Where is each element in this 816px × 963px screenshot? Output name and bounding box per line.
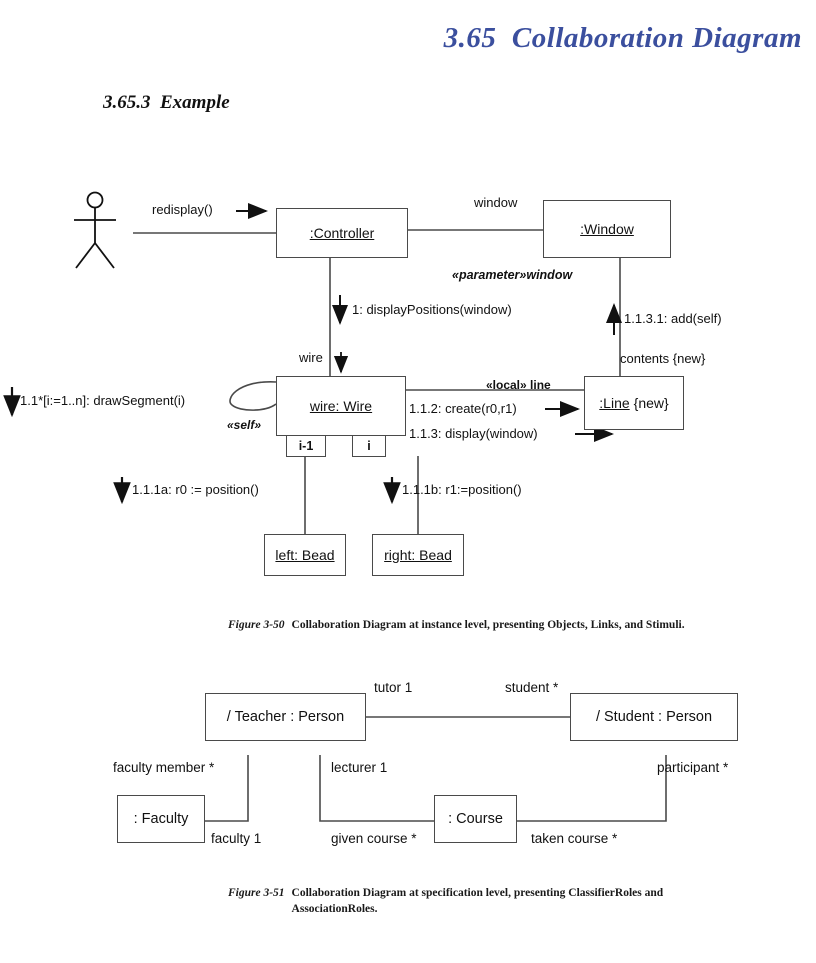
link-slot-i-minus-1-label: i-1	[298, 439, 314, 453]
classifier-role-teacher[interactable]: / Teacher : Person	[205, 693, 366, 741]
collaboration-diagram-instance-level: :Controller :Window wire: Wire :Line {ne…	[0, 0, 816, 610]
classifier-role-course[interactable]: : Course	[434, 795, 517, 843]
message-display-window: 1.1.3: display(window)	[409, 426, 538, 441]
figure-caption-3-51: Figure 3-51 Collaboration Diagram at spec…	[228, 886, 748, 917]
link-slot-i-minus-1[interactable]: i-1	[286, 436, 326, 457]
link-label-contents-new: contents {new}	[620, 351, 706, 366]
self-link-loop	[229, 381, 277, 411]
classifier-role-teacher-label: / Teacher : Person	[226, 709, 345, 725]
object-line-label: :Line	[599, 395, 630, 411]
object-controller[interactable]: :Controller	[276, 208, 408, 258]
figure-caption-3-50: Figure 3-50 Collaboration Diagram at inst…	[228, 618, 816, 634]
association-role-faculty-member: faculty member *	[113, 760, 215, 775]
message-display-positions: 1: displayPositions(window)	[352, 302, 512, 317]
figure-caption-3-51-label: Figure 3-51	[228, 887, 285, 899]
association-role-given-course: given course *	[331, 831, 417, 846]
figure-caption-3-50-text: Collaboration Diagram at instance level,…	[291, 619, 685, 631]
actor-stick-figure	[74, 191, 116, 269]
association-role-participant: participant *	[657, 760, 729, 775]
message-position-r0: 1.1.1a: r0 := position()	[132, 482, 259, 497]
object-window-label: :Window	[580, 221, 634, 237]
link-slot-i[interactable]: i	[352, 436, 386, 457]
link-label-wire: wire	[299, 350, 323, 365]
object-right-bead[interactable]: right: Bead	[372, 534, 464, 576]
message-redisplay: redisplay()	[152, 202, 213, 217]
figure-caption-3-51-text: Collaboration Diagram at specification l…	[291, 887, 664, 915]
association-role-faculty-1: faculty 1	[211, 831, 262, 846]
classifier-role-student[interactable]: / Student : Person	[570, 693, 738, 741]
link-label-local-line: «local» line	[486, 378, 551, 392]
message-position-r1: 1.1.1b: r1:=position()	[402, 482, 522, 497]
object-wire-label: wire: Wire	[309, 398, 373, 414]
association-role-taken-course: taken course *	[531, 831, 618, 846]
object-left-bead-label: left: Bead	[275, 547, 335, 563]
classifier-role-faculty[interactable]: : Faculty	[117, 795, 205, 843]
object-line[interactable]: :Line {new}	[584, 376, 684, 430]
association-role-student: student *	[505, 680, 559, 695]
object-line-tag: {new}	[633, 395, 669, 411]
object-right-bead-label: right: Bead	[384, 547, 452, 563]
object-window[interactable]: :Window	[543, 200, 671, 258]
classifier-role-student-label: / Student : Person	[595, 709, 713, 725]
object-wire[interactable]: wire: Wire	[276, 376, 406, 436]
link-label-window: window	[474, 195, 518, 210]
object-left-bead[interactable]: left: Bead	[264, 534, 346, 576]
collaboration-diagram-specification-level: / Teacher : Person / Student : Person : …	[0, 655, 816, 875]
object-controller-label: :Controller	[309, 225, 375, 241]
classifier-role-faculty-label: : Faculty	[133, 811, 189, 827]
link-label-parameter-window: «parameter»window	[452, 268, 573, 282]
document-page: 3.65 Collaboration Diagram 3.65.3 Exampl…	[0, 0, 816, 963]
link-label-self: «self»	[227, 418, 262, 432]
message-add-self: 1.1.3.1: add(self)	[624, 311, 722, 326]
message-create-line: 1.1.2: create(r0,r1)	[409, 401, 517, 416]
figure-caption-3-50-label: Figure 3-50	[228, 619, 285, 631]
classifier-role-course-label: : Course	[448, 811, 503, 827]
link-slot-i-label: i	[367, 439, 371, 453]
association-role-tutor: tutor 1	[374, 680, 413, 695]
message-draw-segment: 1.1*[i:=1..n]: drawSegment(i)	[20, 393, 186, 408]
association-role-lecturer: lecturer 1	[331, 760, 388, 775]
